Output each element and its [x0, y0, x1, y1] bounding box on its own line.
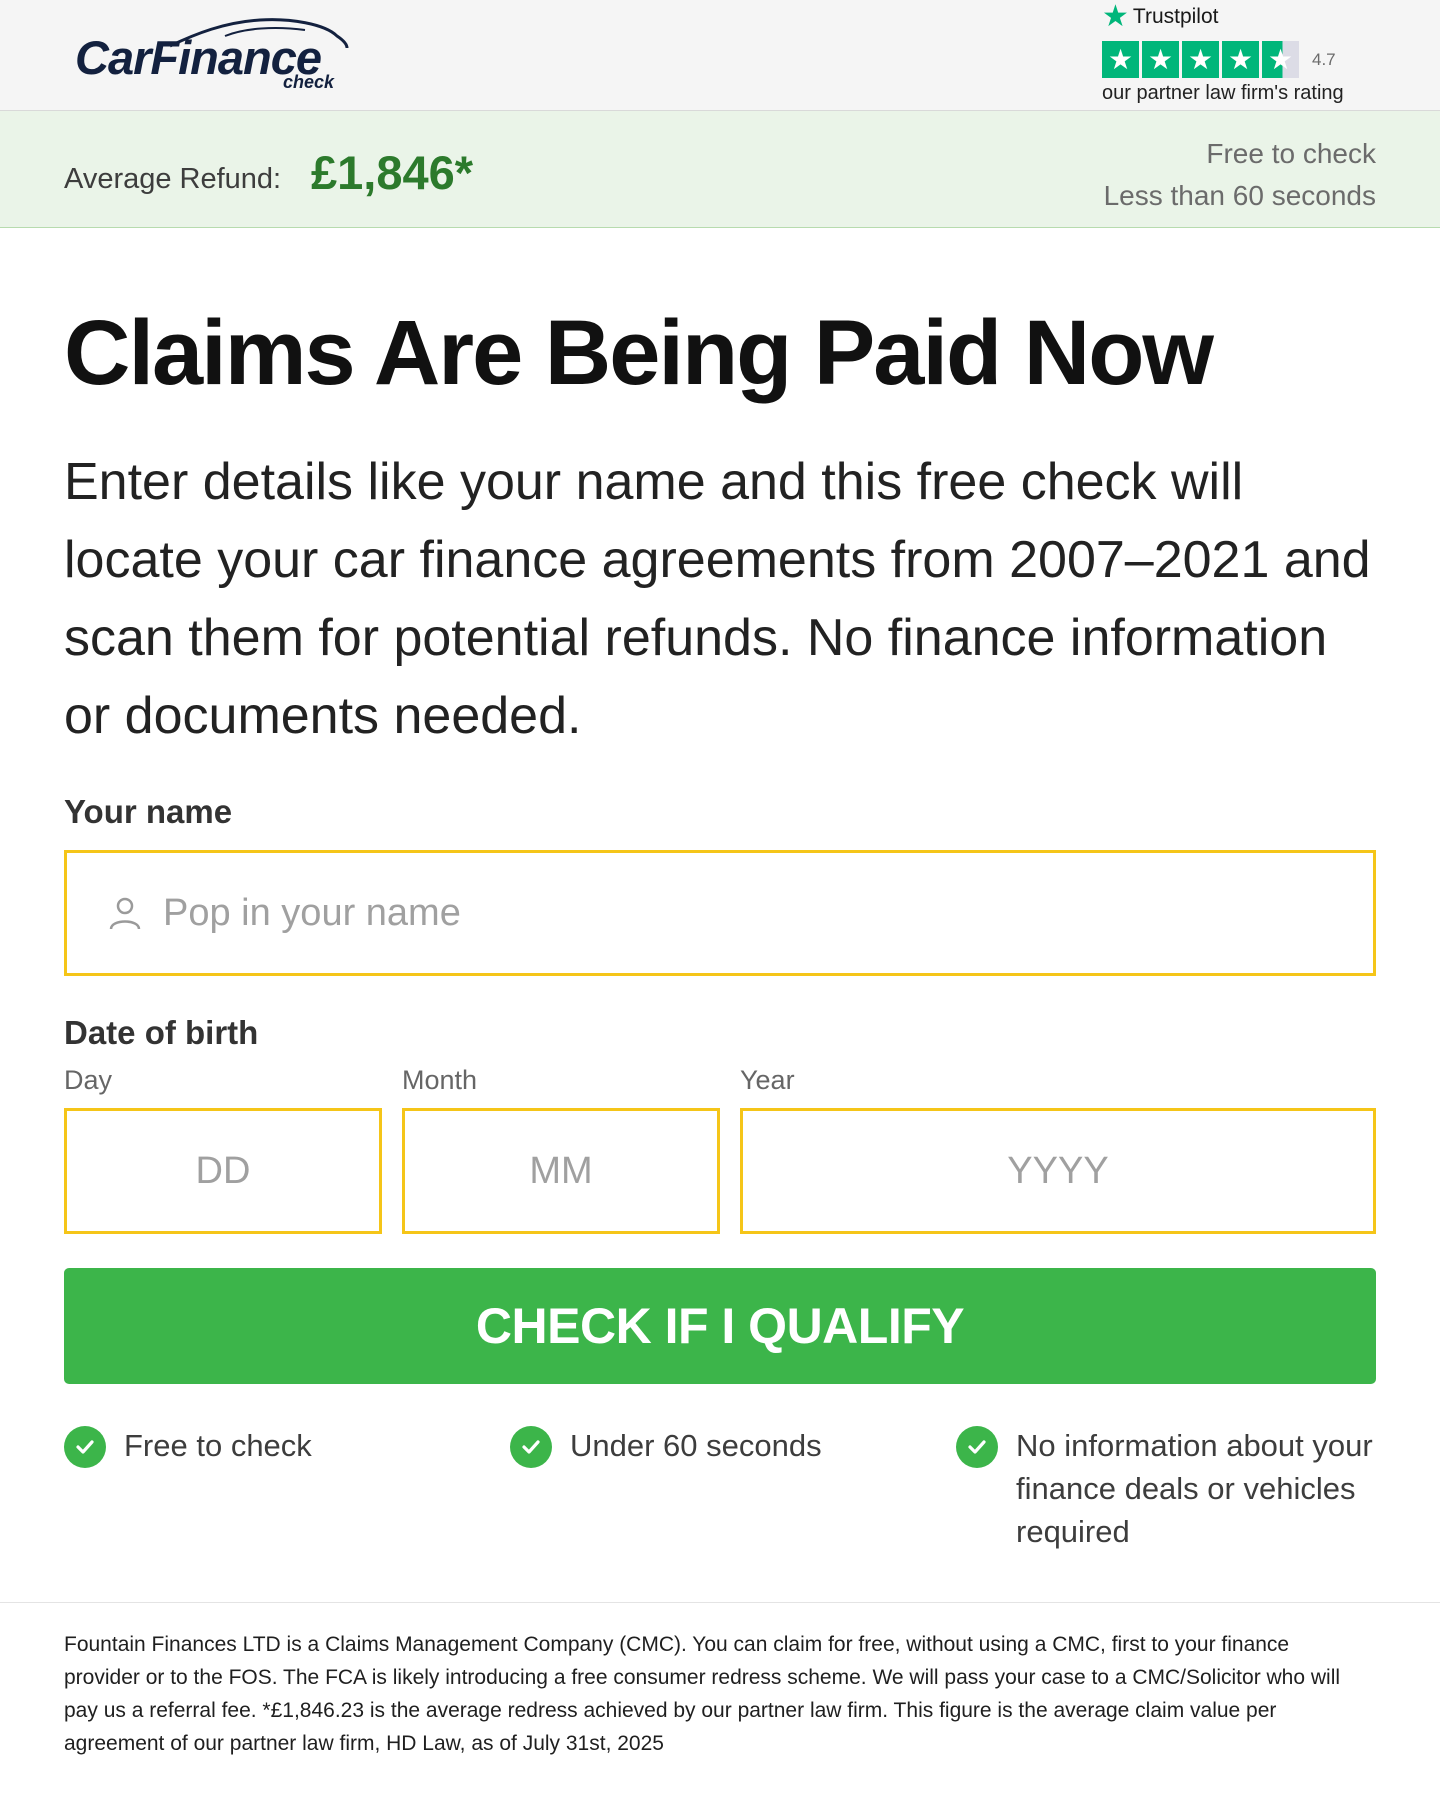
dob-year-group: Year: [740, 1065, 1376, 1234]
day-input[interactable]: [64, 1108, 382, 1234]
disclaimer-text: Fountain Finances LTD is a Claims Manage…: [64, 1633, 1341, 1755]
check-icon: [64, 1426, 106, 1468]
trustpilot-star-icon: ★: [1102, 0, 1129, 33]
trustpilot-caption: our partner law firm's rating: [1102, 82, 1344, 104]
check-if-i-qualify-button[interactable]: CHECK IF I QUALIFY: [64, 1268, 1376, 1384]
logo-subtitle: check: [283, 72, 335, 92]
footer: Fountain Finances LTD is a Claims Manage…: [0, 1602, 1440, 1760]
star-icon: ★: [1102, 41, 1139, 78]
month-label: Month: [402, 1065, 478, 1095]
benefit-item: Under 60 seconds: [510, 1424, 956, 1553]
benefit-text: Under 60 seconds: [570, 1428, 822, 1463]
check-icon: [510, 1426, 552, 1468]
qualify-form: Your name Date of birth Day Month Year: [64, 793, 1376, 1384]
star-icon: ★: [1182, 41, 1219, 78]
benefit-text: Free to check: [124, 1428, 312, 1463]
trustpilot-name: Trustpilot: [1132, 5, 1219, 28]
benefit-text: No information about your finance deals …: [1016, 1428, 1373, 1549]
day-label: Day: [64, 1065, 113, 1095]
dob-day-group: Day: [64, 1065, 382, 1234]
benefit-item: Free to check: [64, 1424, 510, 1553]
carfinance-logo[interactable]: CarFinance check: [75, 16, 360, 108]
intro-text: Enter details like your name and this fr…: [64, 453, 1371, 745]
trustpilot-stars: ★ ★ ★ ★ ★: [1102, 41, 1299, 78]
name-input[interactable]: [163, 891, 1263, 935]
free-to-check-note: Free to check: [1206, 138, 1376, 169]
star-icon: ★: [1222, 41, 1259, 78]
year-label: Year: [740, 1065, 795, 1095]
trustpilot-widget[interactable]: ★ Trustpilot ★ ★ ★ ★ ★ 4.7 our partner l…: [1102, 0, 1392, 110]
main-content: Claims Are Being Paid Now Enter details …: [0, 303, 1440, 1553]
user-icon: [109, 897, 141, 930]
benefits-list: Free to check Under 60 seconds No inform…: [64, 1424, 1376, 1553]
trustpilot-score: 4.7: [1312, 50, 1336, 69]
trustpilot-header: ★ Trustpilot: [1102, 2, 1219, 32]
refund-bar-highlights: Free to check Less than 60 seconds: [1104, 133, 1376, 217]
average-refund-bar: Average Refund: £1,846* Free to check Le…: [0, 111, 1440, 228]
dob-month-group: Month: [402, 1065, 720, 1234]
year-input[interactable]: [740, 1108, 1376, 1234]
star-icon: ★: [1142, 41, 1179, 78]
time-note: Less than 60 seconds: [1103, 180, 1376, 211]
dob-label: Date of birth: [64, 1014, 259, 1051]
benefit-item: No information about your finance deals …: [956, 1424, 1376, 1553]
average-refund-value: £1,846*: [311, 146, 474, 199]
top-bar: CarFinance check ★ Trustpilot ★ ★ ★ ★ ★ …: [0, 0, 1440, 111]
dob-fields: Day Month Year: [64, 1065, 1376, 1234]
average-refund-label: Average Refund:: [64, 163, 282, 195]
half-star-icon: ★: [1262, 41, 1299, 78]
month-input[interactable]: [402, 1108, 720, 1234]
check-icon: [956, 1426, 998, 1468]
name-field[interactable]: [64, 850, 1376, 976]
page-title: Claims Are Being Paid Now: [64, 302, 1214, 404]
name-label: Your name: [64, 793, 233, 830]
